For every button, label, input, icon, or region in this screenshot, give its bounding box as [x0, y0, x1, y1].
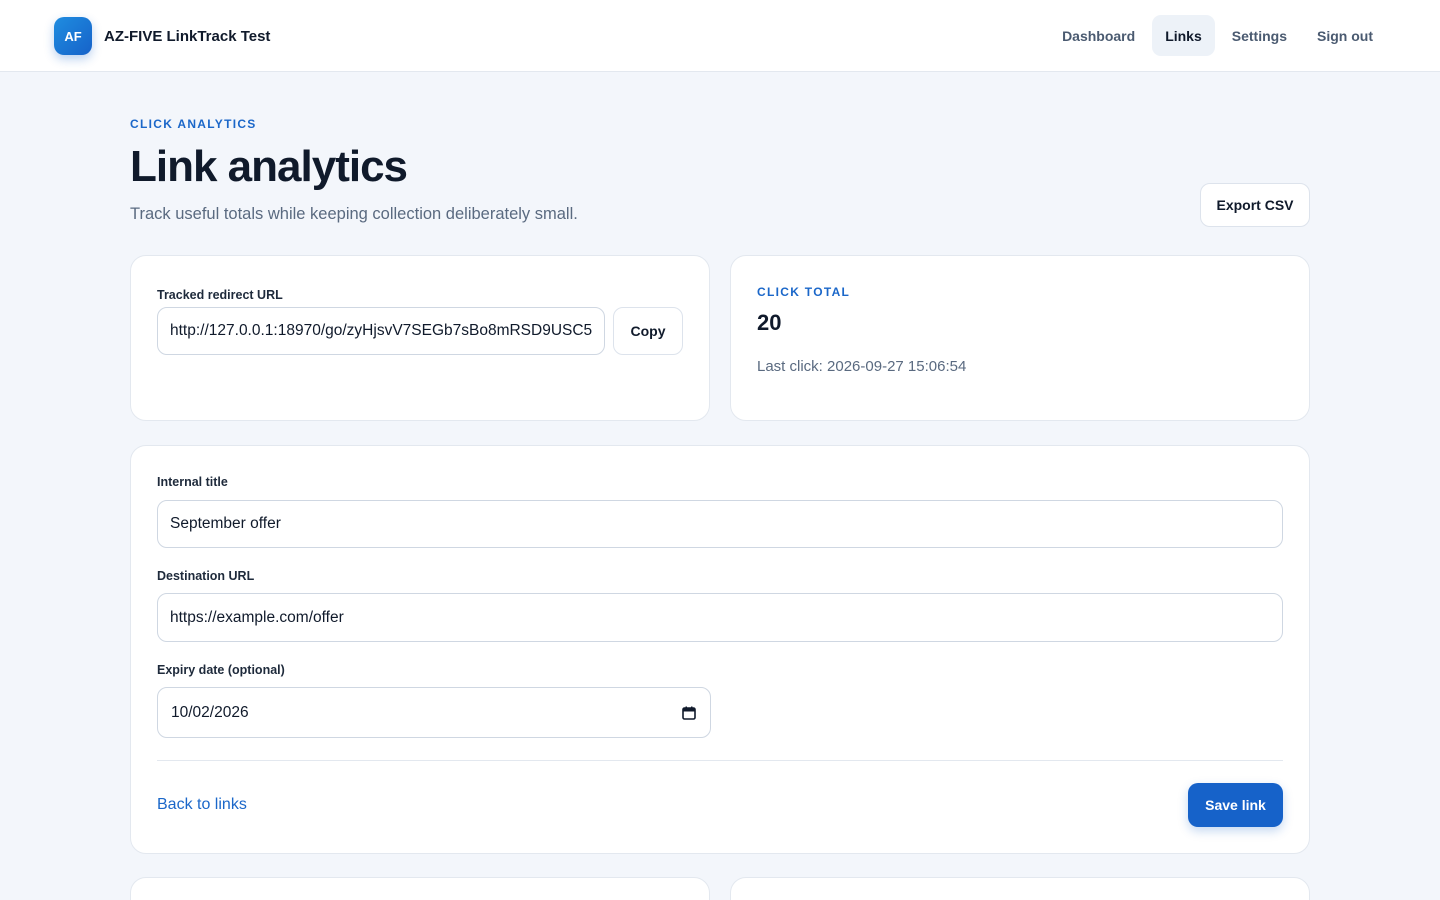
destination-url-label: Destination URL	[157, 569, 255, 583]
export-csv-button[interactable]: Export CSV	[1200, 183, 1310, 227]
redirect-url-label: Tracked redirect URL	[157, 288, 283, 302]
expiry-date-input[interactable]: 10/02/2026	[157, 687, 711, 738]
destination-url-input[interactable]	[157, 593, 1283, 642]
click-total-eyebrow: CLICK TOTAL	[757, 285, 851, 299]
top-bar: AF AZ-FIVE LinkTrack Test Dashboard Link…	[0, 0, 1440, 72]
calendar-icon[interactable]	[682, 706, 696, 720]
click-total-value: 20	[757, 310, 782, 335]
expiry-date-value: 10/02/2026	[171, 703, 249, 721]
page-title: Link analytics	[130, 142, 408, 191]
nav-dashboard[interactable]: Dashboard	[1049, 15, 1148, 56]
brand-logo: AF	[54, 17, 92, 55]
nav-links[interactable]: Links	[1152, 15, 1215, 56]
internal-title-input[interactable]	[157, 500, 1283, 548]
back-to-links-link[interactable]: Back to links	[157, 796, 247, 814]
main-nav: Dashboard Links Settings Sign out	[1049, 15, 1386, 56]
page-eyebrow: CLICK ANALYTICS	[130, 117, 257, 131]
bottom-right-card	[730, 877, 1310, 900]
bottom-left-card	[130, 877, 710, 900]
redirect-url-input[interactable]	[157, 307, 605, 355]
expiry-date-label: Expiry date (optional)	[157, 663, 285, 677]
copy-button[interactable]: Copy	[613, 307, 683, 355]
brand[interactable]: AF AZ-FIVE LinkTrack Test	[54, 17, 270, 55]
redirect-url-card: Tracked redirect URL Copy	[130, 255, 710, 421]
brand-name: AZ-FIVE LinkTrack Test	[104, 27, 271, 45]
link-edit-form: Internal title Destination URL Expiry da…	[130, 445, 1310, 854]
save-link-button[interactable]: Save link	[1188, 783, 1283, 827]
nav-settings[interactable]: Settings	[1219, 15, 1300, 56]
click-total-card: CLICK TOTAL 20 Last click: 2026-09-27 15…	[730, 255, 1310, 421]
nav-sign-out[interactable]: Sign out	[1304, 15, 1386, 56]
page-subtitle: Track useful totals while keeping collec…	[130, 205, 578, 223]
internal-title-label: Internal title	[157, 475, 228, 489]
form-divider	[157, 760, 1283, 761]
last-click-text: Last click: 2026-09-27 15:06:54	[757, 358, 967, 375]
